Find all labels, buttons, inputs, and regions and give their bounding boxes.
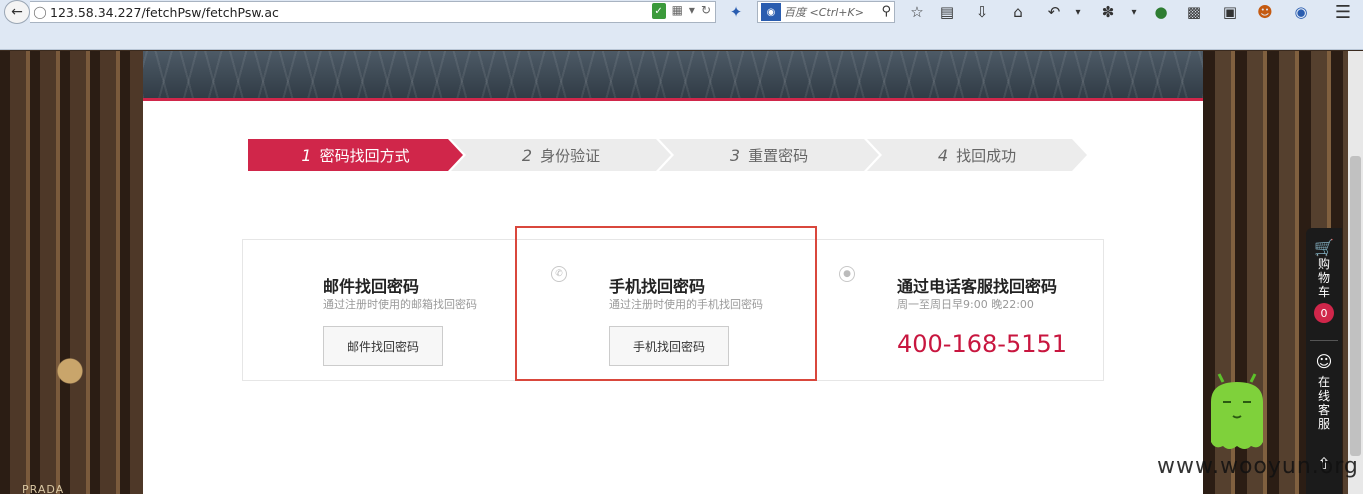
menu-icon[interactable]: ☰ [1331,2,1355,23]
background-sign-prada: PRADA [22,483,65,494]
search-icon[interactable]: ⚲ [881,4,891,19]
url-text: 123.58.34.227/fetchPsw/fetchPsw.ac [50,4,279,20]
bookmark-list-icon[interactable]: ▤ [936,2,958,22]
cart-label: 购物车 [1306,257,1342,299]
search-placeholder: 百度 <Ctrl+K> [784,6,864,19]
step-label: 身份验证 [540,146,601,165]
service-recovery-option: ● 通过电话客服找回密码 周一至周日早9:00 晚22:00 400-168-5… [817,240,1103,380]
step-number: 4 [937,145,949,165]
cart-count-badge: 0 [1314,303,1334,323]
step-3: 3 重置密码 [659,139,879,171]
reload-icon[interactable]: ↻ [701,3,711,19]
cart-button[interactable]: 🛒 购物车 0 [1306,238,1342,323]
watermark-text: www.wooyun.org [1157,454,1359,479]
email-recovery-button[interactable]: 邮件找回密码 [323,326,443,366]
background-glass-dome [143,51,1203,101]
highlight-box [515,226,817,381]
qr-scan-icon[interactable]: ▩ [1183,2,1205,22]
step-2: 2 身份验证 [451,139,671,171]
avatar-icon[interactable]: ☻ [1254,2,1276,22]
bug-dropdown-icon[interactable]: ▾ [1127,2,1141,22]
bird-icon[interactable]: ✦ [726,3,746,21]
green-ball-icon[interactable]: ● [1150,2,1172,22]
online-service-button[interactable]: ☺ 在线客服 [1306,352,1342,431]
step-label: 找回成功 [956,146,1017,165]
star-icon[interactable]: ☆ [906,2,928,22]
email-option-title: 邮件找回密码 [323,277,420,296]
dropdown-arrow-icon[interactable]: ▾ [689,3,695,19]
download-icon[interactable]: ⇩ [971,2,993,22]
step-number: 3 [729,145,741,165]
background-left-building: PRADA [0,51,143,494]
globe-icon: ◯ [33,5,47,19]
headset-icon: ☺ [1315,352,1333,371]
step-4: 4 找回成功 [867,139,1087,171]
undo-icon[interactable]: ↶ [1043,2,1065,22]
globe-addon-icon[interactable]: ◉ [1290,2,1312,22]
scrollbar-thumb[interactable] [1350,156,1361,456]
qr-code-icon[interactable]: ▦ [672,3,683,19]
cart-icon: 🛒 [1314,238,1334,257]
cart-label-text: 购物车 [1317,257,1330,299]
home-icon[interactable]: ⌂ [1007,2,1029,22]
search-engine-icon[interactable]: ◉ [761,3,781,21]
email-option-desc: 通过注册时使用的邮箱找回密码 [323,298,477,311]
step-number: 1 [301,145,312,165]
step-label: 密码找回方式 [319,146,410,165]
step-number: 2 [521,145,533,165]
step-label: 重置密码 [748,146,809,165]
shield-check-icon[interactable]: ✓ [651,3,666,19]
address-bar[interactable]: ◯ 123.58.34.227/fetchPsw/fetchPsw.ac ✓ ▦… [30,1,716,23]
vertical-scrollbar[interactable] [1348,51,1363,494]
browser-toolbar: ← ◯ 123.58.34.227/fetchPsw/fetchPsw.ac ✓… [0,0,1363,50]
back-arrow-icon[interactable]: ← [4,0,30,24]
address-bar-icons: ✓ ▦ ▾ ↻ [651,3,711,19]
green-mascot-image [1211,373,1263,449]
online-service-label: 在线客服 [1317,375,1330,431]
user-icon: ● [839,266,855,282]
service-hotline: 400-168-5151 [897,330,1068,358]
bug-icon[interactable]: ✽ [1097,2,1119,22]
reader-icon[interactable]: ▣ [1219,2,1241,22]
sidebar-divider [1310,340,1338,341]
service-option-desc: 周一至周日早9:00 晚22:00 [897,298,1034,311]
service-option-title: 通过电话客服找回密码 [897,277,1058,296]
search-box[interactable]: ◉ 百度 <Ctrl+K> ⚲ [757,1,895,23]
email-recovery-option: 邮件找回密码 通过注册时使用的邮箱找回密码 邮件找回密码 [243,240,529,380]
undo-dropdown-icon[interactable]: ▾ [1071,2,1085,22]
step-1: 1 密码找回方式 [248,139,463,171]
